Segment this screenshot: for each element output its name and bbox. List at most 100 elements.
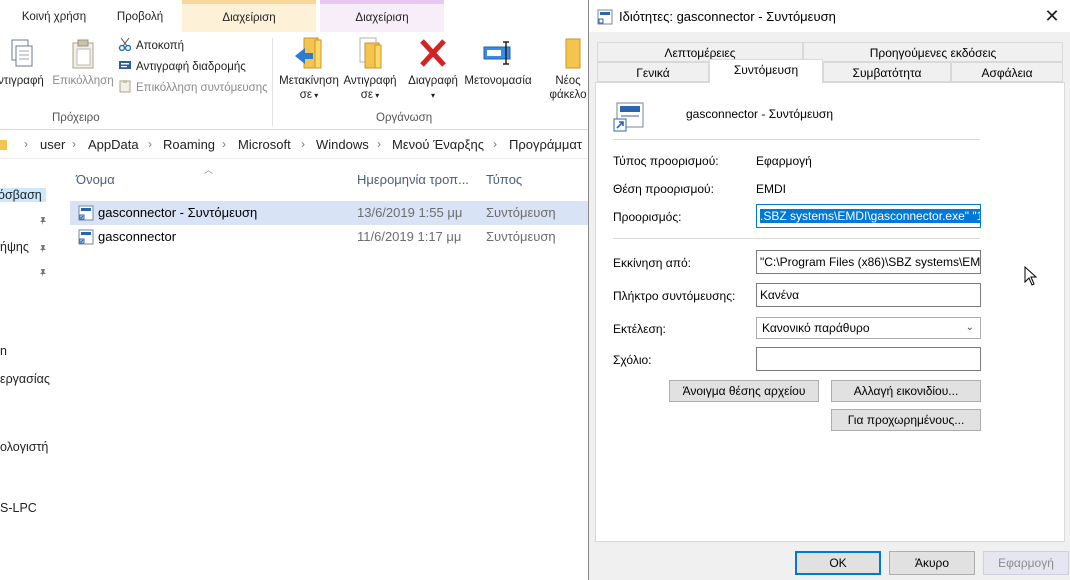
cut-button[interactable]: Αποκοπή — [118, 37, 184, 55]
shortcut-file-icon — [78, 229, 94, 245]
copy-to-label2: σε — [360, 89, 373, 101]
file-row[interactable]: gasconnector - Συντόμευση 13/6/2019 1:55… — [70, 201, 588, 225]
run-select-value: Κανονικό παράθυρο — [762, 321, 870, 335]
file-date: 13/6/2019 1:55 μμ — [357, 205, 463, 220]
close-icon[interactable]: ✕ — [1039, 4, 1065, 28]
chevron-down-icon: ▾ — [430, 91, 435, 100]
pin-icon — [40, 269, 46, 277]
address-bar[interactable]: › user › AppData › Roaming › Microsoft ›… — [0, 131, 588, 159]
rename-button[interactable]: Μετονομασία — [460, 36, 536, 88]
file-date: 11/6/2019 1:17 μμ — [357, 229, 462, 244]
file-row[interactable]: gasconnector 11/6/2019 1:17 μμ Συντόμευσ… — [70, 225, 588, 249]
change-icon-button[interactable]: Αλλαγή εικονιδίου... — [831, 380, 981, 402]
ok-button[interactable]: OK — [795, 551, 881, 575]
copy-to-button[interactable]: Αντιγραφή σε ▾ — [338, 36, 402, 103]
file-name: gasconnector — [98, 229, 177, 244]
tab-shortcut[interactable]: Συντόμευση — [709, 59, 823, 83]
target-type-label: Τύπος προορισμού: — [613, 154, 719, 168]
move-to-label: Μετακίνηση — [279, 75, 339, 87]
comment-field[interactable] — [756, 347, 981, 371]
new-folder-button[interactable]: Νέος φάκελο — [540, 36, 588, 102]
breadcrumb-item[interactable]: AppData — [88, 137, 139, 152]
breadcrumb-separator-icon: › — [72, 137, 76, 151]
copy-button[interactable]: ντιγραφή — [0, 38, 48, 88]
breadcrumb-item[interactable]: Μενού Έναρξης — [392, 137, 484, 152]
tab-manage-app[interactable]: Διαχείριση — [320, 0, 444, 32]
file-name: gasconnector - Συντόμευση — [98, 205, 258, 220]
dialog-title: Ιδιότητες: gasconnector - Συντόμευση — [619, 9, 836, 24]
tab-compatibility[interactable]: Συμβατότητα — [823, 62, 951, 82]
sort-ascending-icon: ︿ — [204, 165, 214, 175]
breadcrumb-item[interactable]: Microsoft — [238, 137, 291, 152]
cut-label: Αποκοπή — [136, 40, 185, 52]
shortcut-tab-panel: gasconnector - Συντόμευση Τύπος προορισμ… — [595, 82, 1065, 542]
tab-manage-shortcut[interactable]: Διαχείριση — [182, 0, 316, 32]
file-type: Συντόμευση — [486, 205, 556, 220]
start-in-field[interactable]: "C:\Program Files (x86)\SBZ systems\EMD — [756, 250, 981, 274]
tab-previous-versions[interactable]: Προηγούμενες εκδόσεις — [803, 42, 1063, 62]
nav-item-this-pc[interactable]: ολογιστή — [0, 440, 48, 454]
tab-security[interactable]: Ασφάλεια — [951, 62, 1063, 82]
breadcrumb-separator-icon: › — [301, 137, 305, 151]
paste-shortcut-label: Επικόλληση συντόμευσης — [136, 82, 268, 94]
open-file-location-button[interactable]: Άνοιγμα θέσης αρχείου — [669, 380, 819, 402]
paste-shortcut-button[interactable]: Επικόλληση συντόμευσης — [118, 79, 268, 97]
copy-icon — [11, 39, 33, 67]
nav-item-desktop[interactable]: εργασίας — [0, 372, 50, 386]
shortcut-file-icon — [78, 205, 94, 221]
breadcrumb-item[interactable]: user — [40, 137, 65, 152]
target-label: Προορισμός: — [613, 210, 682, 224]
advanced-button[interactable]: Για προχωρημένους... — [831, 409, 981, 431]
pin-icon — [40, 245, 46, 253]
divider — [613, 238, 980, 239]
new-folder-label: Νέος — [555, 75, 581, 87]
target-field-value: .SBZ systems\EMDI\gasconnector.exe" "1" — [760, 209, 980, 223]
target-field[interactable]: .SBZ systems\EMDI\gasconnector.exe" "1" — [756, 204, 981, 228]
paste-shortcut-icon — [119, 80, 131, 93]
divider — [613, 139, 980, 140]
breadcrumb-separator-icon: › — [377, 137, 381, 151]
file-type: Συντόμευση — [486, 229, 556, 244]
tab-view[interactable]: Προβολή — [104, 0, 176, 32]
tab-general[interactable]: Γενικά — [597, 62, 709, 82]
apply-button[interactable]: Εφαρμογή — [983, 551, 1069, 575]
cancel-button[interactable]: Άκυρο — [889, 551, 975, 575]
paste-button[interactable]: Επικόλληση — [52, 38, 114, 88]
breadcrumb-separator-icon: › — [24, 137, 28, 151]
rename-label: Μετονομασία — [464, 75, 532, 87]
dialog-title-bar[interactable]: Ιδιότητες: gasconnector - Συντόμευση ✕ — [589, 0, 1070, 32]
shortcut-large-icon — [613, 102, 644, 132]
breadcrumb-item[interactable]: Windows — [316, 137, 369, 152]
target-location-value: EMDI — [756, 182, 786, 196]
move-to-icon — [295, 37, 322, 69]
chevron-down-icon: ⌄ — [965, 322, 974, 333]
run-select[interactable]: Κανονικό παράθυρο ⌄ — [756, 317, 981, 339]
nav-item-downloads[interactable]: ήψης — [0, 240, 29, 254]
copy-path-label: Αντιγραφή διαδρομής — [136, 61, 246, 73]
move-to-button[interactable]: Μετακίνηση σε ▾ — [274, 36, 344, 103]
copy-to-label: Αντιγραφή — [343, 75, 397, 87]
breadcrumb-item[interactable]: Προγράμματ — [509, 137, 582, 152]
scissors-icon — [118, 37, 132, 51]
copy-to-icon — [359, 37, 382, 69]
column-header-type[interactable]: Τύπος — [486, 172, 522, 187]
file-explorer-window: Κοινή χρήση Προβολή Διαχείριση Διαχείρισ… — [0, 0, 588, 580]
nav-item-network-pc[interactable]: S-LPC — [0, 501, 37, 515]
copy-path-button[interactable]: Αντιγραφή διαδρομής — [118, 58, 246, 76]
target-type-value: Εφαρμογή — [756, 154, 812, 168]
tab-share[interactable]: Κοινή χρήση — [12, 0, 96, 32]
mouse-cursor-icon — [1024, 266, 1038, 286]
nav-item-onedrive[interactable]: n — [0, 344, 7, 358]
delete-button[interactable]: Διαγραφή ▾ — [404, 36, 462, 103]
breadcrumb-separator-icon: › — [148, 137, 152, 151]
column-header-date[interactable]: Ημερομηνία τροπ... — [357, 172, 469, 187]
folder-icon — [0, 140, 7, 150]
column-header-name[interactable]: Όνομα — [76, 172, 115, 187]
comment-label: Σχόλιο: — [613, 353, 652, 367]
group-clipboard-label: Πρόχειρο — [52, 112, 100, 124]
hotkey-field[interactable]: Κανένα — [756, 283, 981, 307]
breadcrumb-item[interactable]: Roaming — [163, 137, 215, 152]
nav-item-quick-access[interactable]: όσβαση — [0, 188, 46, 202]
breadcrumb-separator-icon: › — [493, 137, 497, 151]
chevron-down-icon: ▾ — [311, 91, 319, 100]
